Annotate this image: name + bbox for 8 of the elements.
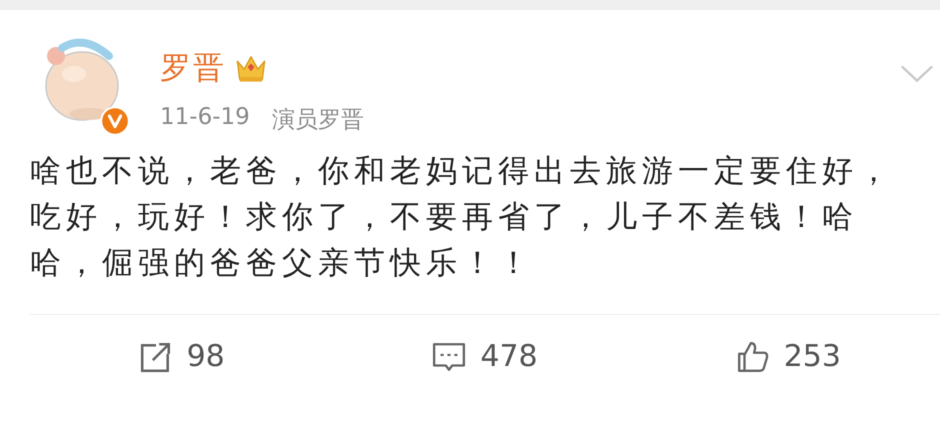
thumbs-up-icon[interactable] <box>736 340 770 374</box>
like-count[interactable]: 253 <box>784 339 841 374</box>
post-time: 11-6-19 <box>160 104 250 132</box>
post-text: 啥也不说，老爸，你和老妈记得出去旅游一定要住好，吃好，玩好！求你了，不要再省了，儿子不差钱！哈哈，倔强的爸爸父亲节快乐！！ <box>30 152 895 283</box>
verified-badge-icon <box>100 106 130 136</box>
author-title: 演员罗晋 <box>272 106 364 135</box>
comment-count[interactable]: 478 <box>480 339 538 374</box>
repost-count[interactable]: 98 <box>186 339 225 374</box>
